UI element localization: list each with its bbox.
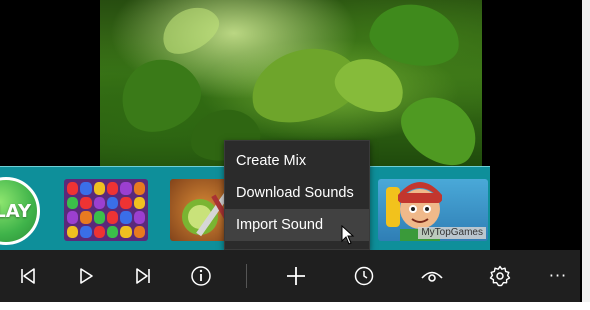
previous-icon bbox=[21, 268, 35, 284]
clock-icon bbox=[354, 266, 374, 286]
previous-button[interactable] bbox=[12, 260, 44, 292]
next-button[interactable] bbox=[127, 260, 159, 292]
next-icon bbox=[136, 268, 150, 284]
more-icon: ··· bbox=[548, 266, 568, 285]
view-button[interactable] bbox=[416, 260, 448, 292]
play-button[interactable] bbox=[70, 260, 102, 292]
eye-icon bbox=[421, 271, 443, 282]
settings-button[interactable] bbox=[484, 260, 516, 292]
more-button[interactable]: ··· bbox=[542, 260, 574, 292]
mouse-cursor-icon bbox=[341, 225, 355, 245]
play-game-label: LAY bbox=[0, 200, 31, 222]
play-game-button[interactable]: LAY bbox=[0, 177, 40, 245]
game-tile-subway[interactable]: MyTopGames bbox=[378, 179, 488, 241]
info-icon bbox=[191, 266, 211, 286]
game-tile-candy[interactable] bbox=[64, 179, 148, 241]
bottom-app-bar: ··· bbox=[0, 250, 580, 302]
play-icon bbox=[80, 268, 93, 284]
toolbar-divider bbox=[246, 264, 247, 288]
watermark-label: MyTopGames bbox=[418, 227, 486, 239]
timer-button[interactable] bbox=[348, 260, 380, 292]
info-button[interactable] bbox=[185, 260, 217, 292]
window-edge bbox=[582, 0, 590, 302]
menu-item-download-sounds[interactable]: Download Sounds bbox=[225, 177, 369, 209]
add-button[interactable] bbox=[280, 260, 312, 292]
settings-icon bbox=[489, 265, 511, 287]
menu-item-create-mix[interactable]: Create Mix bbox=[225, 145, 369, 177]
window-bottom-edge bbox=[0, 302, 590, 310]
add-icon bbox=[287, 267, 305, 285]
